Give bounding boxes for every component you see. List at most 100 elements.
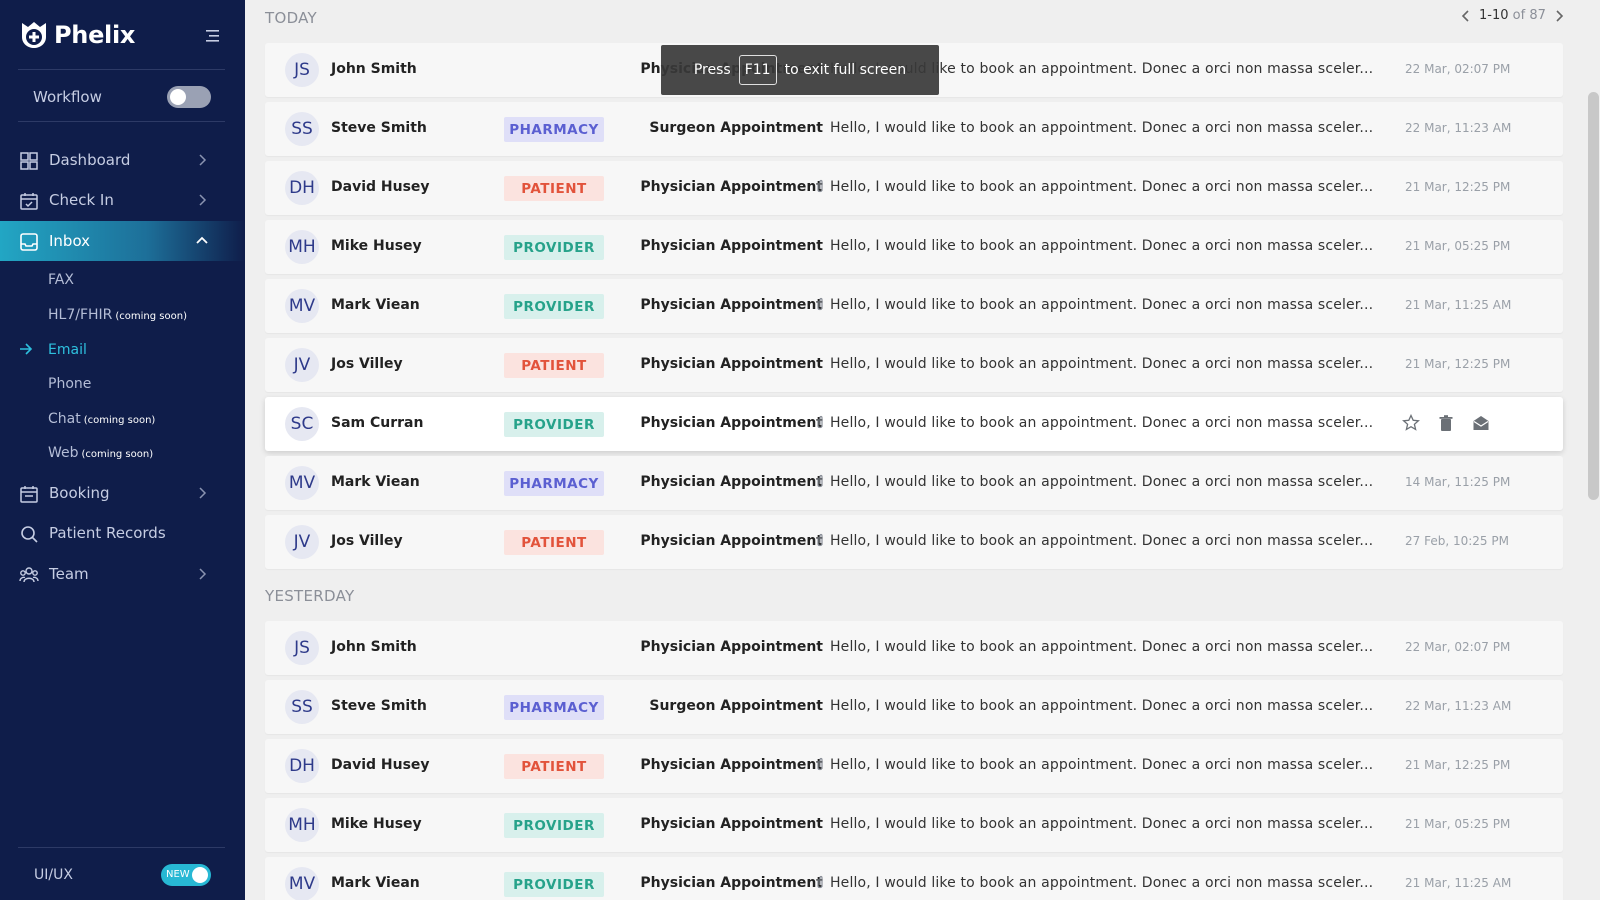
message-subject: Surgeon Appointment	[649, 698, 823, 714]
message-row[interactable]: JV Jos Villey PATIENT Physician Appointment…	[265, 338, 1563, 392]
message-time: 21 Mar, 12:25 PM	[1405, 357, 1511, 371]
arrow-right-icon	[20, 343, 33, 355]
divider	[18, 847, 225, 848]
toggle-knob	[170, 89, 186, 105]
message-row[interactable]: DH David Husey PATIENT Physician Appointmen…	[265, 739, 1563, 793]
sender-name: Mark Viean	[331, 297, 420, 313]
nav-patient-records[interactable]: Patient Records	[0, 513, 245, 553]
new-ui-toggle[interactable]: NEW	[161, 864, 211, 886]
sender-name: Mike Husey	[331, 238, 422, 254]
avatar: MH	[285, 808, 319, 842]
sender-name: Jos Villey	[331, 533, 403, 549]
message-preview: Hello, I would like to book an appointme…	[830, 533, 1374, 549]
contact-type-badge: PHARMACY	[504, 695, 604, 720]
coming-soon-note: (coming soon)	[81, 449, 154, 460]
sender-name: John Smith	[331, 61, 417, 77]
inbox-sub-chat[interactable]: Chat (coming soon)	[48, 411, 155, 427]
message-time: 21 Mar, 05:25 PM	[1405, 239, 1511, 253]
attachment-icon	[815, 474, 825, 490]
message-time: 22 Mar, 11:23 AM	[1405, 121, 1512, 135]
chevron-right-icon	[199, 194, 207, 206]
chevron-right-icon	[199, 154, 207, 166]
message-preview: Hello, I would like to book an appointme…	[830, 875, 1374, 891]
nav-team[interactable]: Team	[0, 554, 245, 594]
message-preview: Hello, I would like to book an appointme…	[830, 816, 1374, 832]
contact-type-badge: PROVIDER	[504, 813, 604, 838]
mark-read-icon[interactable]	[1472, 414, 1490, 432]
message-time: 14 Mar, 11:25 PM	[1405, 475, 1511, 489]
message-preview: Hello, I would like to book an appointme…	[830, 698, 1374, 714]
avatar: JV	[285, 348, 319, 382]
inbox-sub-fax[interactable]: FAX	[48, 272, 74, 288]
message-subject: Physician Appointment	[640, 415, 823, 431]
message-preview: Hello, I would like to book an appointme…	[830, 757, 1374, 773]
message-row[interactable]: SS Steve Smith PHARMACY Surgeon Appointment…	[265, 102, 1563, 156]
star-icon[interactable]	[1402, 413, 1420, 432]
message-subject: Physician Appointment	[640, 238, 823, 254]
prev-page-icon[interactable]	[1461, 9, 1471, 22]
next-page-icon[interactable]	[1554, 9, 1564, 22]
message-preview: Hello, I would like to book an appointme…	[830, 297, 1374, 313]
message-subject: Physician Appointment	[640, 757, 823, 773]
message-row[interactable]: MV Mark Viean PHARMACY Physician Appointmen…	[265, 456, 1563, 510]
avatar: DH	[285, 749, 319, 783]
message-row[interactable]: DH David Husey PATIENT Physician Appointmen…	[265, 161, 1563, 215]
nav-dashboard[interactable]: Dashboard	[0, 140, 245, 180]
trash-icon[interactable]	[1437, 414, 1455, 432]
message-row[interactable]: JV Jos Villey PATIENT Physician Appointment…	[265, 515, 1563, 569]
message-time: 21 Mar, 05:25 PM	[1405, 817, 1511, 831]
inbox-sub-email[interactable]: Email	[48, 342, 87, 358]
search-icon	[21, 526, 38, 543]
sender-name: Sam Curran	[331, 415, 424, 431]
contact-type-badge: PROVIDER	[504, 235, 604, 260]
sender-name: Steve Smith	[331, 698, 427, 714]
contact-type-badge: PATIENT	[504, 176, 604, 201]
nav-booking[interactable]: Booking	[0, 473, 245, 513]
message-row[interactable]: MH Mike Husey PROVIDER Physician Appointmen…	[265, 798, 1563, 852]
contact-type-badge: PATIENT	[504, 530, 604, 555]
scrollbar-thumb[interactable]	[1588, 92, 1599, 500]
pagination: 1-10 of 87	[1461, 8, 1564, 23]
divider	[18, 121, 225, 122]
message-time: 21 Mar, 11:25 AM	[1405, 298, 1512, 312]
message-row[interactable]: MV Mark Viean PROVIDER Physician Appointmen…	[265, 857, 1563, 900]
chevron-up-icon	[196, 236, 208, 244]
message-subject: Physician Appointment	[640, 179, 823, 195]
app-name: Phelix	[54, 21, 136, 49]
attachment-icon	[815, 297, 825, 313]
message-preview: Hello, I would like to book an appointme…	[830, 238, 1374, 254]
contact-type-badge: PHARMACY	[504, 117, 604, 142]
inbox-sub-hl7[interactable]: HL7/FHIR (coming soon)	[48, 307, 187, 323]
avatar: JS	[285, 53, 319, 87]
message-row[interactable]: SS Steve Smith PHARMACY Surgeon Appointment…	[265, 680, 1563, 734]
fs-notice-suffix: to exit full screen	[784, 62, 907, 78]
page-total: of 87	[1512, 8, 1546, 23]
message-subject: Physician Appointment	[640, 816, 823, 832]
fs-notice-prefix: Press	[693, 62, 731, 78]
workflow-toggle[interactable]	[167, 86, 211, 108]
message-row[interactable]: SC Sam Curran PROVIDER Physician Appointmen…	[265, 397, 1563, 451]
inbox-sub-web[interactable]: Web (coming soon)	[48, 445, 153, 461]
logo[interactable]: Phelix	[20, 20, 135, 50]
message-time: 22 Mar, 02:07 PM	[1405, 640, 1511, 654]
nav-dashboard-label: Dashboard	[49, 151, 131, 169]
collapse-sidebar-icon[interactable]	[201, 27, 221, 45]
section-label-yesterday: YESTERDAY	[265, 587, 355, 605]
attachment-icon	[815, 415, 825, 431]
nav-team-label: Team	[49, 565, 89, 583]
f11-key: F11	[738, 55, 777, 85]
message-preview: Hello, I would like to book an appointme…	[830, 639, 1374, 655]
avatar: MV	[285, 466, 319, 500]
message-subject: Physician Appointment	[640, 875, 823, 891]
avatar: SS	[285, 690, 319, 724]
contact-type-badge: PATIENT	[504, 754, 604, 779]
workflow-label: Workflow	[33, 88, 102, 106]
message-row[interactable]: JS John Smith Physician Appointment Hello, …	[265, 621, 1563, 675]
message-row[interactable]: MV Mark Viean PROVIDER Physician Appointmen…	[265, 279, 1563, 333]
nav-check-in-label: Check In	[49, 191, 114, 209]
message-row[interactable]: MH Mike Husey PROVIDER Physician Appointmen…	[265, 220, 1563, 274]
nav-inbox[interactable]: Inbox	[0, 221, 245, 261]
inbox-sub-phone[interactable]: Phone	[48, 376, 91, 392]
message-time: 21 Mar, 11:25 AM	[1405, 876, 1512, 890]
nav-check-in[interactable]: Check In	[0, 180, 245, 220]
